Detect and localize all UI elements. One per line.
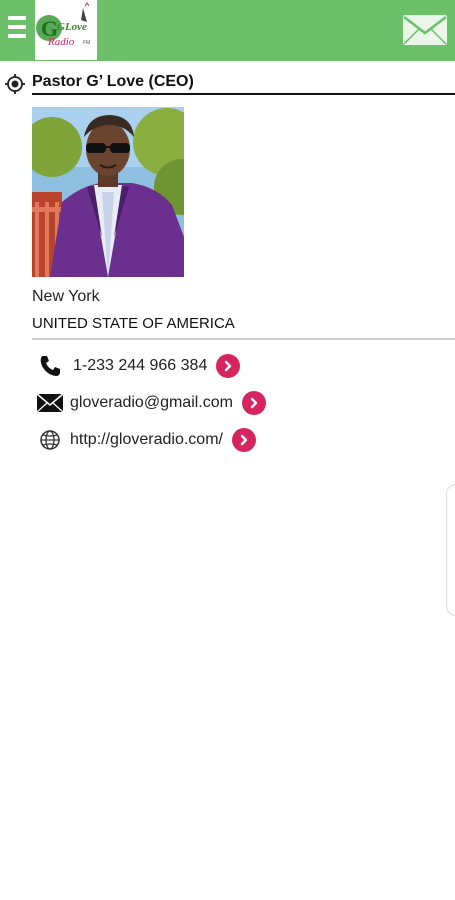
email-address: gloveradio@gmail.com [70, 394, 233, 411]
profile-city: New York [32, 288, 100, 305]
contact-email-row[interactable]: gloveradio@gmail.com [36, 389, 266, 417]
contact-phone-row[interactable]: 1-233 244 966 384 [36, 352, 241, 380]
profile-photo[interactable] [32, 107, 184, 277]
hamburger-icon-bar [8, 34, 26, 38]
phone-number: 1-233 244 966 384 [73, 357, 208, 374]
menu-button[interactable] [8, 14, 30, 42]
top-app-bar: G GLove Radio FM [0, 0, 455, 61]
envelope-icon [403, 15, 447, 45]
profile-country: UNITED STATE OF AMERICA [32, 315, 235, 332]
chevron-right-icon[interactable] [231, 428, 256, 452]
phone-icon [36, 354, 64, 378]
svg-text:Radio: Radio [47, 36, 75, 48]
hamburger-icon [8, 16, 26, 20]
location-pin-icon [5, 74, 25, 99]
info-divider [32, 338, 455, 340]
logo-icon: G GLove Radio FM [35, 0, 97, 60]
hamburger-icon-bar [8, 25, 26, 29]
title-divider [32, 93, 455, 95]
globe-icon [36, 428, 64, 452]
chevron-right-icon[interactable] [241, 391, 266, 415]
side-drawer-handle[interactable] [446, 484, 455, 616]
svg-text:GLove: GLove [57, 21, 87, 33]
app-logo: G GLove Radio FM [35, 0, 97, 60]
website-url: http://gloveradio.com/ [70, 431, 223, 448]
contact-website-row[interactable]: http://gloveradio.com/ [36, 426, 256, 454]
email-icon [36, 391, 64, 415]
profile-name: Pastor G’ Love (CEO) [32, 73, 194, 90]
svg-text:FM: FM [83, 40, 90, 46]
chevron-right-icon[interactable] [216, 354, 241, 378]
mail-button[interactable] [402, 14, 448, 46]
